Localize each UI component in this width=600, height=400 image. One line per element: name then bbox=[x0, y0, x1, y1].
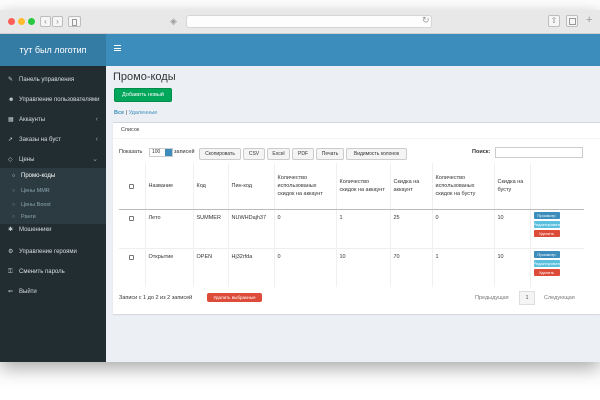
sidebar-subitem-mmr-prices[interactable]: ○ Цены MMR bbox=[0, 184, 106, 198]
circle-icon: ○ bbox=[12, 202, 16, 208]
box-header: Список bbox=[113, 123, 600, 139]
cell-pin: Hj32rfda bbox=[227, 247, 274, 287]
copy-button[interactable]: Скопировать bbox=[199, 148, 241, 160]
table-row: Открытие OPEN Hj32rfda 0 10 70 1 10 Прос… bbox=[119, 247, 584, 287]
edit-button[interactable]: Редактировать bbox=[533, 259, 561, 267]
circle-icon: ○ bbox=[12, 188, 16, 194]
pagination-page-1[interactable]: 1 bbox=[519, 291, 535, 305]
row-checkbox[interactable] bbox=[129, 254, 135, 260]
sidebar-item-prices[interactable]: ◇ Цены ⌄ bbox=[0, 150, 106, 170]
filter-all-link[interactable]: Все bbox=[114, 110, 124, 116]
view-button[interactable]: Просмотр bbox=[533, 211, 560, 219]
search-label: Поиск: bbox=[472, 149, 491, 155]
chevron-down-icon: ⌄ bbox=[92, 156, 98, 163]
sidebar-item-logout[interactable]: ⇐ Выйти bbox=[0, 282, 106, 302]
col-header-used-boost-discounts[interactable]: Количество использованых скидок на бусту bbox=[431, 163, 494, 210]
pagination-previous[interactable]: Предыдущая bbox=[475, 295, 509, 301]
page-title: Промо-коды bbox=[113, 71, 176, 83]
cell-actions: Просмотр Редактировать Удалить bbox=[529, 208, 584, 248]
box-title: Список bbox=[121, 127, 140, 133]
chevron-left-icon: ‹ bbox=[95, 116, 98, 123]
pdf-button[interactable]: PDF bbox=[292, 148, 314, 160]
delete-selected-button[interactable]: Удалить выбранные bbox=[207, 293, 262, 302]
view-button[interactable]: Просмотр bbox=[533, 250, 560, 258]
filter-separator: | bbox=[125, 110, 128, 116]
sidebar-item-boost-orders[interactable]: ➚ Заказы на буст ‹ bbox=[0, 130, 106, 150]
col-header-actions bbox=[529, 163, 584, 210]
sidebar: ✎ Панель управления ☻ Управление пользоват… bbox=[0, 66, 106, 362]
cell-account-count: 10 bbox=[335, 247, 390, 287]
table-header-row: Название Код Пин-код Количество использо… bbox=[119, 163, 584, 210]
cell-used-boost: 1 bbox=[431, 247, 494, 287]
col-header-account-discount-count[interactable]: Количество скидок на аккаунт bbox=[335, 163, 390, 210]
page-size-select[interactable]: 100 bbox=[149, 148, 173, 157]
lock-icon: ⚿ bbox=[8, 269, 13, 275]
cell-name: Открытие bbox=[144, 247, 193, 287]
show-entries-label: Показать bbox=[119, 149, 143, 155]
col-header-used-account-discounts[interactable]: Количество использованых скидок на аккау… bbox=[273, 163, 336, 210]
sidebar-subitem-boost-prices[interactable]: ○ Цены Boost bbox=[0, 198, 106, 212]
cell-boost-discount: 10 bbox=[493, 208, 530, 248]
alert-icon: ✱ bbox=[8, 227, 14, 233]
search-input[interactable] bbox=[495, 147, 583, 158]
app-logo[interactable]: тут был логотип bbox=[0, 34, 106, 66]
gear-icon: ⚙ bbox=[8, 249, 14, 255]
cell-name: Лето bbox=[144, 208, 193, 248]
row-select-cell bbox=[119, 208, 145, 248]
cell-code: OPEN bbox=[192, 247, 228, 287]
entries-label: записей bbox=[174, 149, 195, 155]
col-header-boost-discount[interactable]: Скидка на бусту bbox=[493, 163, 530, 210]
rocket-icon: ➚ bbox=[8, 137, 14, 143]
sidebar-item-dashboard[interactable]: ✎ Панель управления bbox=[0, 70, 106, 90]
cell-account-discount: 25 bbox=[389, 208, 432, 248]
cell-actions: Просмотр Редактировать Удалить bbox=[529, 247, 584, 287]
top-navbar bbox=[106, 34, 600, 66]
select-all-header bbox=[119, 163, 145, 210]
select-all-checkbox[interactable] bbox=[129, 183, 135, 189]
cell-used-boost: 0 bbox=[431, 208, 494, 248]
users-icon: ☻ bbox=[8, 97, 15, 103]
chevron-left-icon: ‹ bbox=[95, 136, 98, 143]
delete-button[interactable]: Удалить bbox=[533, 268, 560, 276]
hamburger-menu-icon[interactable] bbox=[114, 45, 121, 51]
filter-deleted-link[interactable]: Удаленные bbox=[129, 110, 158, 116]
sidebar-item-users[interactable]: ☻ Управление пользователями bbox=[0, 90, 106, 110]
cell-account-discount: 70 bbox=[389, 247, 432, 287]
print-button[interactable]: Печать bbox=[316, 148, 344, 160]
col-header-account-discount[interactable]: Скидка на аккаунт bbox=[389, 163, 432, 210]
sidebar-item-accounts[interactable]: ▦ Аккаунты ‹ bbox=[0, 110, 106, 130]
cell-code: SUMMER bbox=[192, 208, 228, 248]
cell-pin: NUWHDajh37 bbox=[227, 208, 274, 248]
col-header-pin[interactable]: Пин-код bbox=[227, 163, 274, 210]
pagination-next[interactable]: Следующая bbox=[544, 295, 575, 301]
cell-used-account: 0 bbox=[273, 208, 336, 248]
cell-account-count: 1 bbox=[335, 208, 390, 248]
accounts-icon: ▦ bbox=[8, 117, 14, 123]
excel-button[interactable]: Excel bbox=[267, 148, 290, 160]
wrench-icon: ✎ bbox=[8, 77, 14, 83]
exit-icon: ⇐ bbox=[8, 289, 14, 295]
sidebar-item-fraudsters[interactable]: ✱ Мошенники bbox=[0, 220, 106, 240]
row-select-cell bbox=[119, 247, 145, 287]
col-header-code[interactable]: Код bbox=[192, 163, 228, 210]
delete-button[interactable]: Удалить bbox=[533, 229, 560, 237]
circle-icon: ○ bbox=[12, 173, 16, 179]
csv-button[interactable]: CSV bbox=[243, 148, 265, 160]
sidebar-subitem-promo-codes[interactable]: ○ Промо-коды bbox=[0, 168, 106, 184]
table-info: Записи с 1 до 2 из 2 записей bbox=[119, 295, 193, 301]
row-checkbox[interactable] bbox=[129, 215, 135, 221]
add-new-button[interactable]: Добавить новый bbox=[114, 88, 172, 102]
diamond-icon: ◇ bbox=[8, 157, 13, 163]
table-row: Лето SUMMER NUWHDajh37 0 1 25 0 10 Просм… bbox=[119, 208, 584, 248]
filter-links: Все | Удаленные bbox=[114, 110, 157, 116]
edit-button[interactable]: Редактировать bbox=[533, 220, 561, 228]
cell-used-account: 0 bbox=[273, 247, 336, 287]
promo-codes-table: Название Код Пин-код Количество использо… bbox=[119, 163, 584, 287]
sidebar-item-change-password[interactable]: ⚿ Сменить пароль bbox=[0, 262, 106, 282]
sidebar-item-heroes[interactable]: ⚙ Управление героями bbox=[0, 242, 106, 262]
col-header-name[interactable]: Название bbox=[144, 163, 193, 210]
cell-boost-discount: 10 bbox=[493, 247, 530, 287]
column-visibility-button[interactable]: Видимость колонок bbox=[346, 148, 407, 160]
select-arrow-icon bbox=[165, 149, 172, 156]
